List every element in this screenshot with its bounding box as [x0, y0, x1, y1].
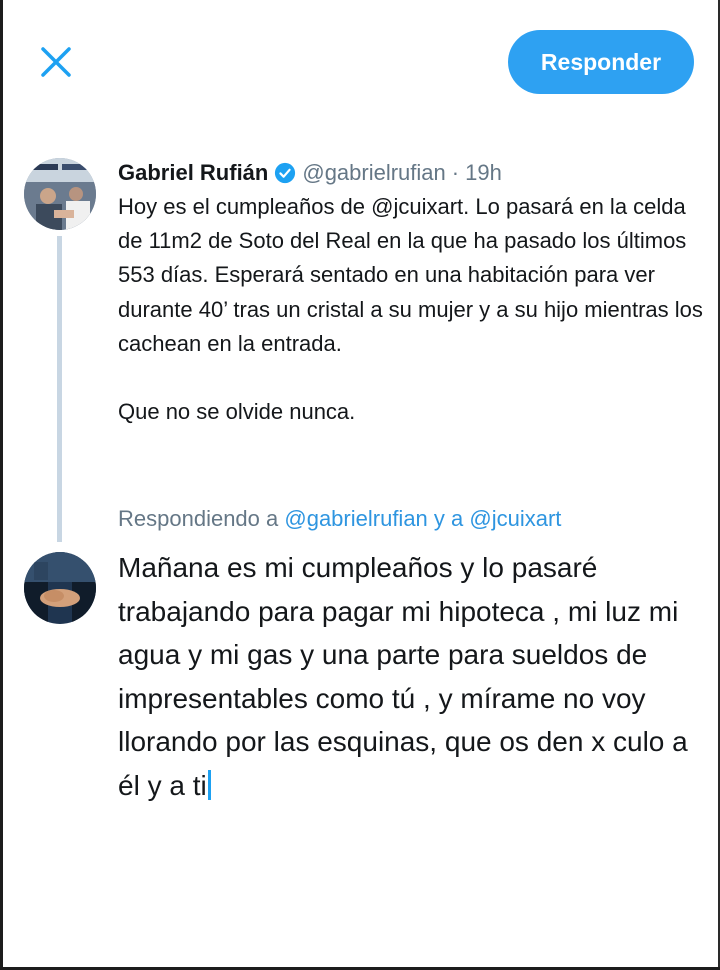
- tweet-paragraph-1: Hoy es el cumpleaños de @jcuixart. Lo pa…: [118, 194, 703, 356]
- tweet-paragraph-2: Que no se olvide nunca.: [118, 399, 356, 425]
- header-separator: ·: [451, 160, 460, 185]
- original-tweet-text: Hoy es el cumpleaños de @jcuixart. Lo pa…: [118, 190, 708, 429]
- user-avatar[interactable]: [24, 552, 96, 624]
- replying-mention-2[interactable]: @jcuixart: [469, 506, 561, 531]
- reply-text-input[interactable]: Mañana es mi cumpleaños y lo pasaré trab…: [118, 546, 708, 807]
- tweet-header: Gabriel Rufián @gabrielrufian · 19h: [118, 158, 502, 188]
- reply-submit-button[interactable]: Responder: [508, 30, 694, 94]
- replying-and[interactable]: y a: [434, 506, 463, 531]
- author-avatar[interactable]: [24, 158, 96, 230]
- replying-prefix: Respondiendo a: [118, 506, 279, 531]
- thread-connector-line: [57, 236, 62, 542]
- close-icon: [41, 47, 71, 77]
- reply-submit-label: Responder: [540, 48, 662, 75]
- reply-text-content: Mañana es mi cumpleaños y lo pasaré trab…: [118, 552, 688, 801]
- replying-to-line: Respondiendo a @gabrielrufian y a @jcuix…: [118, 506, 698, 532]
- replying-mention-1[interactable]: @gabrielrufian: [284, 506, 427, 531]
- window-frame-left: [0, 0, 3, 970]
- text-cursor: [207, 769, 211, 800]
- author-name[interactable]: Gabriel Rufián: [118, 160, 268, 186]
- user-avatar-image: [24, 552, 96, 624]
- author-handle[interactable]: @gabrielrufian: [302, 160, 445, 186]
- tweet-timestamp[interactable]: 19h: [465, 160, 502, 186]
- author-avatar-image: [24, 158, 96, 230]
- verified-badge-icon: [275, 162, 296, 184]
- close-button[interactable]: [38, 44, 74, 80]
